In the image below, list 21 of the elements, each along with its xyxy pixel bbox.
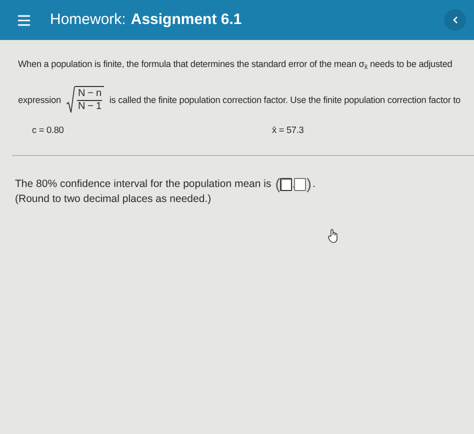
- header-title: Assignment 6.1: [130, 10, 242, 30]
- period: .: [312, 178, 316, 191]
- fraction-numerator: N − n: [76, 88, 102, 101]
- given-value: x̄ = 57.3: [272, 124, 304, 137]
- answer-field[interactable]: [280, 178, 292, 191]
- menu-icon[interactable]: [18, 14, 30, 26]
- problem-text: When a population is finite, the formula that determines the standard error of the mean σ$_{x̄}$ needs to be adjusted: [18, 58, 454, 71]
- rounding-note: (Round to two decimal places as needed.): [15, 193, 212, 206]
- given-value: c = 0.80: [32, 124, 65, 137]
- answer-field[interactable]: [294, 178, 306, 191]
- back-button[interactable]: [444, 9, 466, 31]
- parenthesis: ): [306, 177, 312, 192]
- hand-cursor-icon: [328, 229, 339, 243]
- chevron-left-icon: [452, 16, 458, 24]
- parenthesis: (: [275, 177, 280, 192]
- comma: ,: [292, 179, 294, 191]
- header-title-prefix: Homework:: [50, 10, 126, 30]
- expression-label: expression: [18, 94, 61, 107]
- question-text: The 80% confidence interval for the population mean is: [15, 178, 272, 191]
- fraction-denominator: N − 1: [76, 101, 102, 113]
- problem-text: is called the finite population correction factor. Use the finite population correction factor to: [109, 94, 460, 107]
